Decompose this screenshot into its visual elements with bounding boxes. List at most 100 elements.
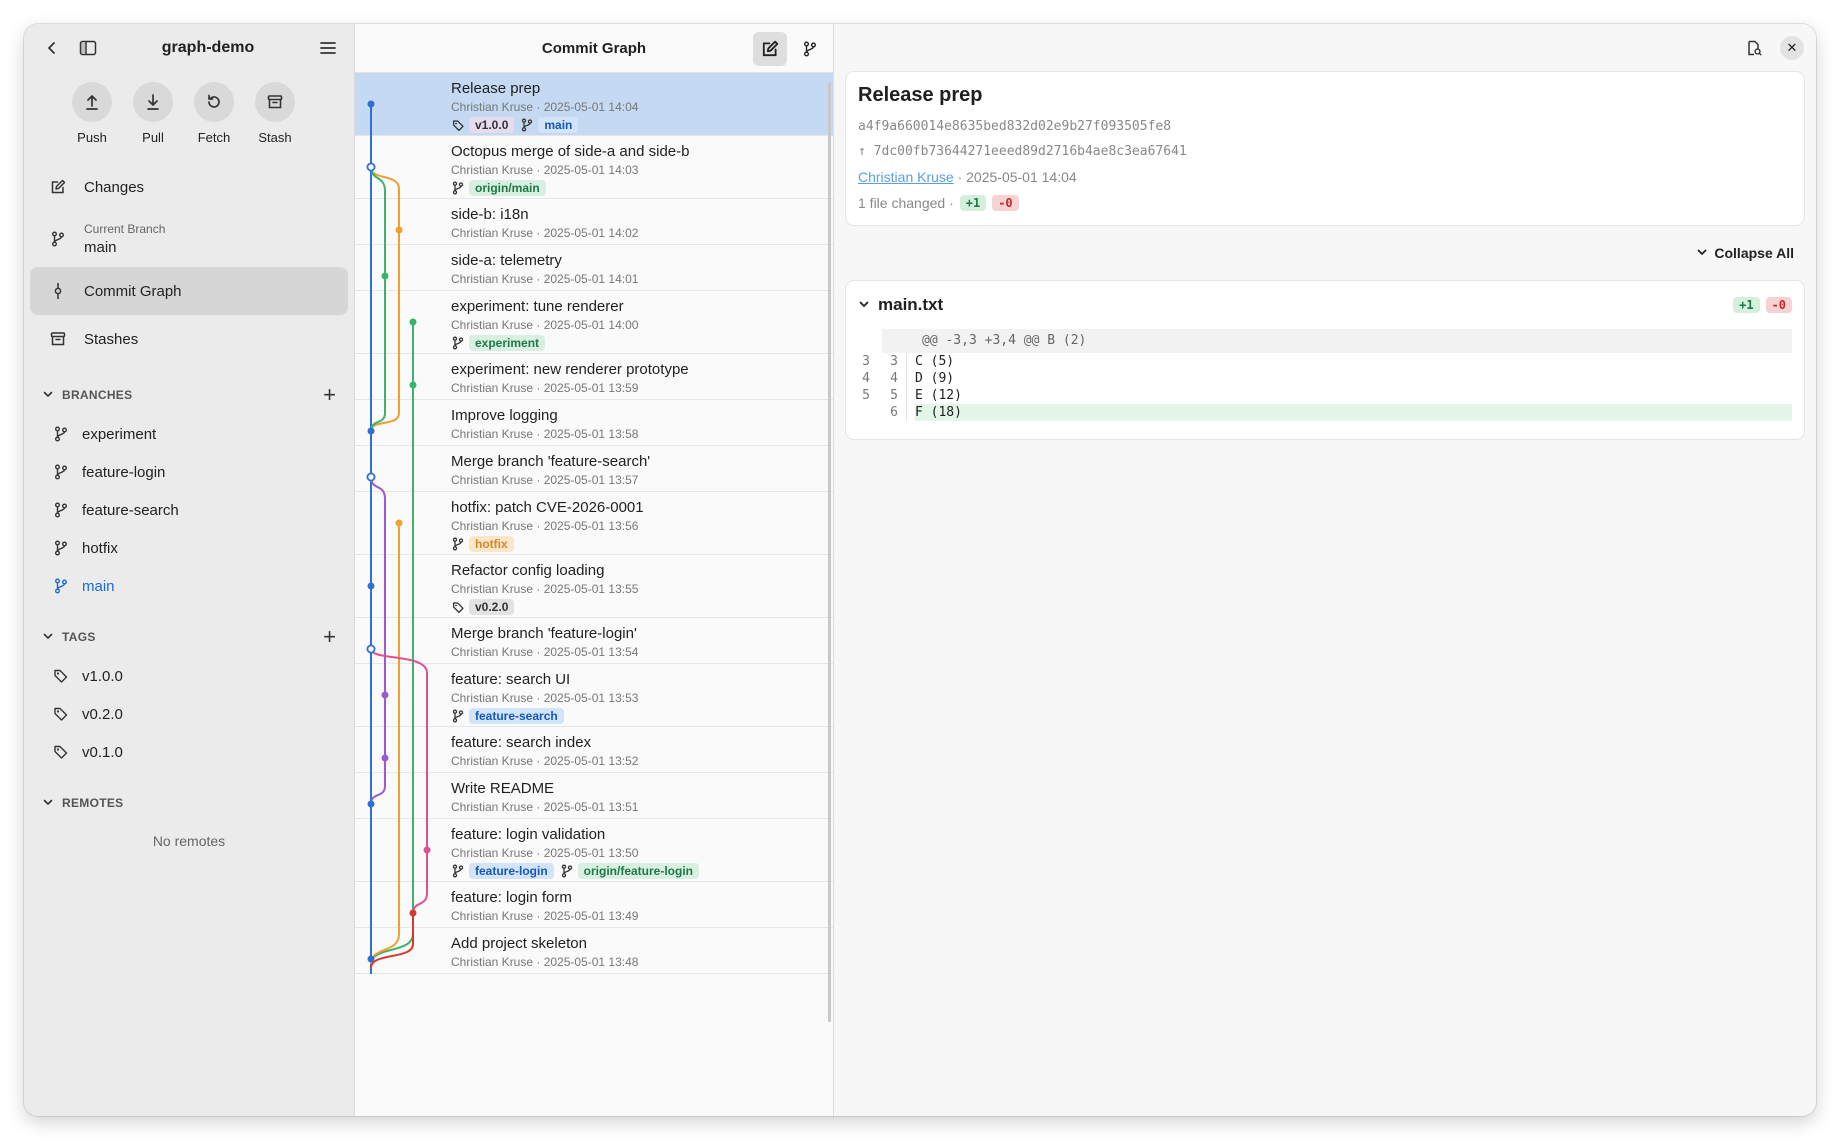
tag-icon	[451, 601, 465, 614]
remotes-section-header[interactable]: REMOTES	[24, 783, 354, 823]
branch-ref[interactable]: feature-login	[451, 863, 554, 879]
commit-title: feature: login form	[451, 889, 572, 906]
open-file-icon[interactable]	[1738, 32, 1770, 64]
author-link[interactable]: Christian Kruse	[858, 169, 954, 185]
sidebar-toggle-icon[interactable]	[72, 32, 104, 64]
sidebar: graph-demo Push Pull Fetch Stash Changes…	[24, 24, 355, 1116]
remotes-header-label: REMOTES	[62, 796, 124, 810]
ref-label: v1.0.0	[469, 117, 515, 133]
ref-list: origin/main	[451, 180, 833, 196]
ref-label: main	[538, 117, 579, 133]
branch-item[interactable]: feature-login	[24, 453, 354, 491]
commit-list-scrollbar[interactable]	[828, 82, 831, 1022]
stash-icon	[255, 82, 295, 122]
nav-changes[interactable]: Changes	[30, 163, 348, 211]
hamburger-menu-icon[interactable]	[312, 32, 344, 64]
file-diff-header[interactable]: main.txt +1 -0	[858, 281, 1792, 329]
branch-icon	[52, 502, 70, 518]
branch-icon	[451, 864, 465, 878]
pull-label: Pull	[142, 130, 164, 145]
branch-item[interactable]: feature-search	[24, 491, 354, 529]
tag-ref[interactable]: v1.0.0	[451, 117, 515, 133]
ref-label: feature-search	[469, 708, 564, 724]
nav-stashes[interactable]: Stashes	[30, 315, 348, 363]
commit-title: Merge branch 'feature-search'	[451, 453, 651, 470]
commit-meta: Christian Kruse · 2025-05-01 13:59	[451, 381, 639, 395]
tag-icon	[52, 706, 70, 722]
sidebar-nav: Changes Current Branch main Commit Graph	[24, 163, 354, 363]
add-tag-icon[interactable]: +	[323, 626, 336, 648]
additions-badge: +1	[959, 195, 987, 211]
ref-label: feature-login	[469, 863, 554, 879]
files-changed-text: 1 file changed ·	[858, 195, 954, 211]
branch-filter-icon[interactable]	[793, 32, 827, 66]
branch-item-current[interactable]: main	[24, 567, 354, 605]
commit-meta: Christian Kruse · 2025-05-01 13:56	[451, 519, 639, 533]
commit-meta: Christian Kruse · 2025-05-01 13:58	[451, 427, 639, 441]
commit-graph-title: Commit Graph	[541, 39, 647, 57]
edit-commit-icon[interactable]	[753, 32, 787, 66]
branch-ref[interactable]: origin/main	[451, 180, 546, 196]
lane-base	[370, 913, 414, 969]
commit-title: Write README	[451, 780, 555, 797]
diff-line-context: 5 5 E (12)	[858, 387, 1792, 404]
tag-item[interactable]: v0.2.0	[24, 695, 354, 733]
push-button[interactable]: Push	[70, 82, 114, 145]
commit-node	[367, 100, 375, 108]
collapse-all-button[interactable]: Collapse All	[834, 225, 1816, 281]
branch-ref[interactable]: main	[520, 117, 579, 133]
chevron-down-icon	[858, 295, 870, 315]
branch-ref[interactable]: origin/feature-login	[560, 863, 700, 879]
commit-meta: Christian Kruse · 2025-05-01 14:04	[451, 100, 639, 114]
stash-button[interactable]: Stash	[253, 82, 297, 145]
close-icon[interactable]: ✕	[1780, 36, 1804, 60]
commit-node	[409, 318, 417, 326]
deletions-badge: -0	[992, 195, 1019, 211]
nav-current-branch[interactable]: Current Branch main	[30, 211, 348, 267]
add-branch-icon[interactable]: +	[323, 384, 336, 406]
commit-list: Release prep Christian Kruse · 2025-05-01…	[355, 73, 833, 974]
sidebar-header: graph-demo	[24, 24, 354, 72]
nav-commit-graph-label: Commit Graph	[84, 282, 182, 300]
commit-graph-panel: Commit Graph Release prep Christian Kruse…	[355, 24, 834, 1116]
commit-node	[366, 472, 376, 482]
commit-date: · 2025-05-01 14:04	[953, 169, 1077, 185]
tags-section-header[interactable]: TAGS +	[24, 617, 354, 657]
tag-item[interactable]: v1.0.0	[24, 657, 354, 695]
branch-name: hotfix	[82, 539, 118, 557]
fetch-label: Fetch	[197, 130, 231, 145]
fetch-button[interactable]: Fetch	[192, 82, 236, 145]
commit-node	[381, 272, 389, 280]
diff-line-context: 3 3 C (5)	[858, 353, 1792, 370]
tag-ref[interactable]: v0.2.0	[451, 599, 515, 615]
branch-icon	[451, 537, 465, 551]
commit-meta: Christian Kruse · 2025-05-01 13:55	[451, 582, 639, 596]
pull-button[interactable]: Pull	[131, 82, 175, 145]
branch-ref[interactable]: feature-search	[451, 708, 564, 724]
new-line-number: 3	[890, 354, 898, 369]
branch-ref[interactable]: hotfix	[451, 536, 514, 552]
branch-icon	[48, 231, 68, 247]
branches-section-header[interactable]: BRANCHES +	[24, 375, 354, 415]
file-deletions-badge: -0	[1765, 297, 1792, 313]
back-icon[interactable]	[36, 32, 68, 64]
commit-meta: Christian Kruse · 2025-05-01 13:48	[451, 955, 639, 969]
tag-icon	[52, 744, 70, 760]
nav-commit-graph[interactable]: Commit Graph	[30, 267, 348, 315]
commit-icon	[48, 282, 68, 300]
commit-title: side-b: i18n	[451, 206, 529, 223]
pull-icon	[133, 82, 173, 122]
branch-icon	[451, 709, 465, 723]
commit-parent-sha[interactable]: ↑ 7dc00fb73644271eeed89d2716b4ae8c3ea676…	[858, 144, 1792, 159]
commit-node	[381, 691, 389, 699]
ref-list: feature-search	[451, 708, 833, 724]
branch-item[interactable]: experiment	[24, 415, 354, 453]
commit-author-line: Christian Kruse · 2025-05-01 14:04	[858, 169, 1792, 185]
tag-item[interactable]: v0.1.0	[24, 733, 354, 771]
branch-ref[interactable]: experiment	[451, 335, 546, 351]
branch-icon	[560, 864, 574, 878]
commit-meta: Christian Kruse · 2025-05-01 14:01	[451, 272, 639, 286]
commit-title: Release prep	[451, 80, 541, 97]
branch-item[interactable]: hotfix	[24, 529, 354, 567]
commit-sha[interactable]: a4f9a660014e8635bed832d02e9b27f093505fe8	[858, 119, 1792, 134]
